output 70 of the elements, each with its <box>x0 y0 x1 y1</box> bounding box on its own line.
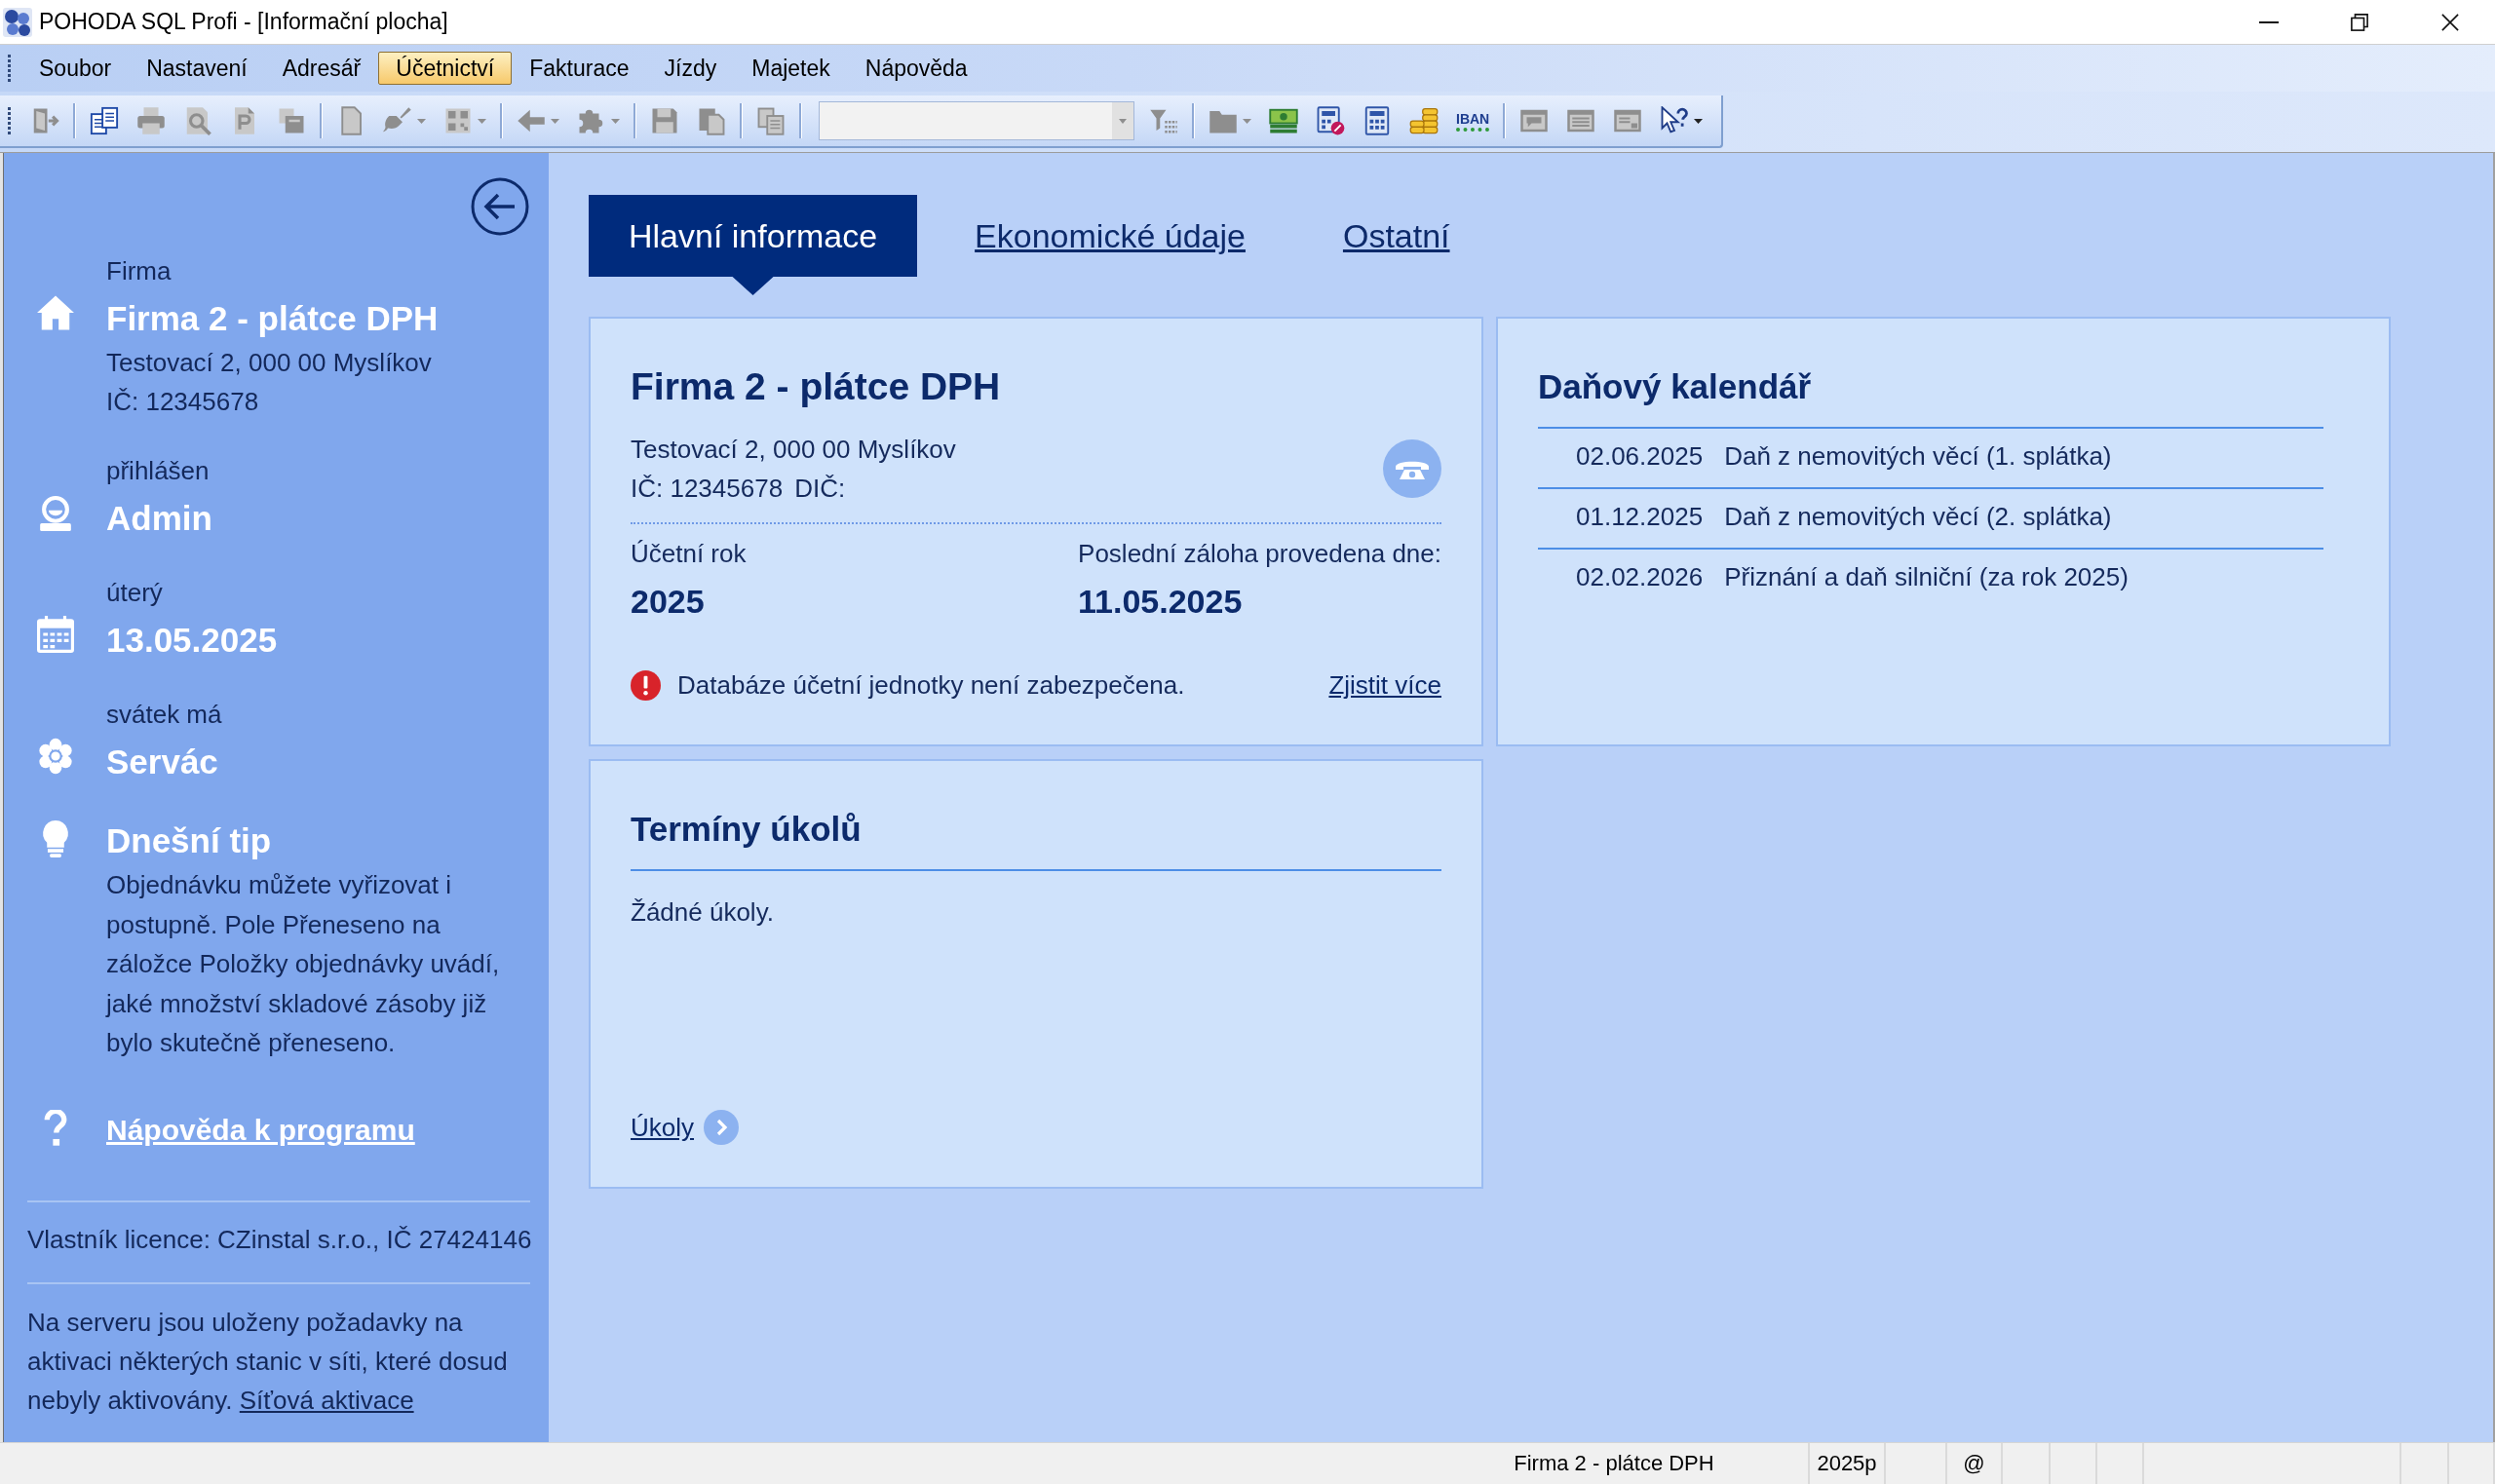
iban-button[interactable]: IBAN <box>1456 110 1490 132</box>
calculator-icon[interactable] <box>1363 106 1392 135</box>
caret-icon[interactable] <box>1694 118 1704 124</box>
menu-item[interactable]: Majetek <box>734 52 848 85</box>
company-name: Firma 2 - plátce DPH <box>631 364 1002 409</box>
tax-name: Přiznání a daň silniční (za rok 2025) <box>1724 561 2129 592</box>
help-cursor-icon[interactable] <box>1660 106 1690 135</box>
menu-item[interactable]: Nastavení <box>129 52 265 85</box>
more-info-link[interactable]: Zjistit více <box>1328 669 1441 701</box>
backup-label: Poslední záloha provedena dne: <box>1078 538 1441 570</box>
warning-icon <box>631 669 661 701</box>
fiscal-year-value: 2025 <box>631 582 706 622</box>
backup-date: 11.05.2025 <box>1078 582 1244 622</box>
field-value: Servác <box>106 742 219 782</box>
field-value: Admin <box>106 498 213 539</box>
company-id: IČ: 12345678 <box>631 473 784 505</box>
phone-icon[interactable] <box>1383 439 1441 498</box>
vat-id: DIČ: <box>794 473 846 505</box>
minimize-icon[interactable] <box>2258 20 2279 23</box>
close-icon[interactable] <box>2440 13 2459 31</box>
status-text: 2025p <box>1817 1451 1877 1476</box>
activation-notice: Na serveru jsou uloženy požadavky na aktivaci některých stanic v síti, které dosud nebyly aktivovány. Síťová aktivace <box>27 1307 509 1417</box>
fiscal-year-label: Účetní rok <box>631 538 747 570</box>
tax-name: Daň z nemovitých věcí (2. splátka) <box>1724 501 2112 532</box>
restore-icon[interactable] <box>2350 13 2368 31</box>
warning-text: Databáze účetní jednotky není zabezpečena. <box>677 669 1185 701</box>
copy-documents-icon[interactable] <box>90 106 119 135</box>
menu-item[interactable]: Jízdy <box>646 52 735 85</box>
company-address: Testovací 2, 000 00 Myslíkov <box>631 434 957 466</box>
flower-icon <box>36 738 74 775</box>
field-label: svátek má <box>106 699 223 731</box>
menu-item[interactable]: Účetnictví <box>378 52 513 85</box>
field-label: přihlášen <box>106 455 211 487</box>
window-title: POHODA SQL Profi - [Informační plocha] <box>39 9 448 35</box>
calculator-percent-icon[interactable] <box>1316 106 1345 135</box>
chevron-right-icon[interactable] <box>704 1110 739 1145</box>
field-label: Firma <box>106 255 173 287</box>
network-activation-link[interactable]: Síťová aktivace <box>239 1386 414 1415</box>
banknote-icon[interactable] <box>1269 106 1298 135</box>
field-value: 13.05.2025 <box>106 620 279 661</box>
tax-date: 02.02.2026 <box>1576 561 1704 592</box>
tax-date: 02.06.2025 <box>1576 440 1704 472</box>
card-title: Termíny úkolů <box>631 809 863 850</box>
app-icon <box>2 6 33 38</box>
drag-handle-icon[interactable] <box>8 107 12 134</box>
status-text: @ <box>1963 1451 1985 1476</box>
tasks-link[interactable]: Úkoly <box>631 1112 694 1143</box>
tab[interactable]: Ekonomické údaje <box>975 216 1246 255</box>
status-text: Firma 2 - plátce DPH <box>1514 1451 1714 1476</box>
field-value: Dnešní tip <box>106 820 273 861</box>
menu-item[interactable]: Adresář <box>264 52 379 85</box>
license-owner: Vlastník licence: CZinstal s.r.o., IČ 27424146 <box>27 1224 533 1256</box>
field-value: Firma 2 - plátce DPH <box>106 298 440 339</box>
menu-item[interactable]: Soubor <box>21 52 130 85</box>
drag-handle-icon[interactable] <box>8 55 12 82</box>
tip-text: Objednávku můžete vyřizovat i postupně. Pole Přeneseno na záložce Položky objednávky uvádí, jaké množství skladové zásoby již bylo skutečně přeneseno. <box>106 869 501 1059</box>
field-label: úterý <box>106 577 164 609</box>
tab[interactable]: Ostatní <box>1342 216 1450 255</box>
tax-name: Daň z nemovitých věcí (1. splátka) <box>1724 440 2112 472</box>
field-detail: Testovací 2, 000 00 Myslíkov <box>106 347 433 379</box>
empty-message: Žádné úkoly. <box>631 896 775 929</box>
home-icon <box>36 294 74 331</box>
field-detail: IČ: 12345678 <box>106 386 260 418</box>
calendar-icon <box>36 616 74 653</box>
menu-item[interactable]: Fakturace <box>512 52 647 85</box>
tax-date: 01.12.2025 <box>1576 501 1704 532</box>
card-title: Daňový kalendář <box>1538 366 1813 407</box>
tab[interactable]: Hlavní informace <box>589 195 918 295</box>
menu-item[interactable]: Nápověda <box>847 52 985 85</box>
coins-icon[interactable] <box>1409 106 1439 135</box>
